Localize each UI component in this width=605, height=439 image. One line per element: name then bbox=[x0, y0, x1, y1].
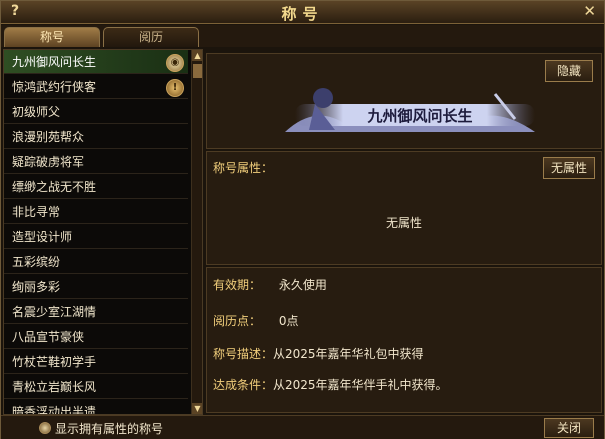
scroll-up-icon[interactable]: ▲ bbox=[192, 50, 202, 61]
list-item-label: 竹杖芒鞋初学手 bbox=[12, 355, 97, 369]
list-item-label: 青松立岩巅长风 bbox=[12, 380, 97, 394]
info-icon[interactable]: ! bbox=[166, 79, 184, 97]
list-item-label: 初级师父 bbox=[12, 105, 61, 119]
title-attribute-panel: 称号属性： 无属性 无属性 bbox=[206, 151, 602, 265]
eye-icon[interactable]: ◉ bbox=[166, 54, 184, 72]
list-item-label: 绚丽多彩 bbox=[12, 280, 61, 294]
list-item[interactable]: 五彩缤纷 bbox=[4, 250, 188, 274]
list-item[interactable]: 暗香浮动出半遗 bbox=[4, 400, 188, 415]
close-icon[interactable]: ✕ bbox=[583, 2, 596, 20]
list-item[interactable]: 名震少室江湖情 bbox=[4, 300, 188, 324]
list-item-label: 浪漫别苑帮众 bbox=[12, 130, 85, 144]
list-item-label: 疑踪破虏将军 bbox=[12, 155, 85, 169]
list-item-label: 惊鸿武约行侠客 bbox=[12, 80, 97, 94]
title-bar: ? 称号 ✕ bbox=[1, 1, 604, 24]
no-attribute-button[interactable]: 无属性 bbox=[543, 157, 595, 179]
title-banner-icon: 九州御风问长生 bbox=[285, 88, 535, 132]
list-item[interactable]: 初级师父 bbox=[4, 100, 188, 124]
hide-button[interactable]: 隐藏 bbox=[545, 60, 593, 82]
list-item[interactable]: 青松立岩巅长风 bbox=[4, 375, 188, 399]
cond-row: 达成条件：从2025年嘉年华伴手礼中获得。 bbox=[213, 376, 448, 393]
footer-bar: 显示拥有属性的称号 关闭 bbox=[1, 415, 604, 439]
tab-titles[interactable]: 称号 bbox=[4, 27, 100, 47]
banner-text: 九州御风问长生 bbox=[366, 107, 472, 125]
title-banner-panel: 隐藏 九州御风问长生 bbox=[206, 53, 602, 149]
scroll-thumb[interactable] bbox=[193, 64, 202, 78]
validity-value: 永久使用 bbox=[278, 278, 327, 292]
title-list: 九州御风问长生 ◉ 惊鸿武约行侠客 ! 初级师父 浪漫别苑帮众 疑踪破虏将军 缥… bbox=[3, 49, 203, 415]
tab-bar: 称号 阅历 bbox=[1, 25, 604, 47]
attribute-value: 无属性 bbox=[385, 216, 422, 230]
list-item-label: 八品宣节豪侠 bbox=[12, 330, 85, 344]
list-item[interactable]: 绚丽多彩 bbox=[4, 275, 188, 299]
list-scrollbar[interactable]: ▲ ▼ bbox=[191, 50, 202, 414]
list-item-label: 名震少室江湖情 bbox=[12, 305, 97, 319]
list-item-label: 非比寻常 bbox=[12, 205, 61, 219]
title-window: ? 称号 ✕ 称号 阅历 九州御风问长生 ◉ 惊鸿武约行侠客 ! 初级师父 浪漫… bbox=[0, 0, 605, 439]
cond-key: 达成条件： bbox=[213, 378, 274, 392]
exp-row: 阅历点： 0点 bbox=[213, 312, 298, 329]
list-item[interactable]: 九州御风问长生 ◉ bbox=[4, 50, 188, 74]
list-item-label: 造型设计师 bbox=[12, 230, 73, 244]
list-item[interactable]: 惊鸿武约行侠客 ! bbox=[4, 75, 188, 99]
list-item[interactable]: 缥缈之战无不胜 bbox=[4, 175, 188, 199]
list-item[interactable]: 造型设计师 bbox=[4, 225, 188, 249]
list-item-label: 五彩缤纷 bbox=[12, 255, 61, 269]
exp-value: 0点 bbox=[278, 314, 299, 328]
desc-row: 称号描述：从2025年嘉年华礼包中获得 bbox=[213, 345, 424, 362]
desc-key: 称号描述： bbox=[213, 347, 274, 361]
list-item[interactable]: 八品宣节豪侠 bbox=[4, 325, 188, 349]
title-info-panel: 有效期： 永久使用 阅历点： 0点 称号描述：从2025年嘉年华礼包中获得 达成… bbox=[206, 267, 602, 413]
list-item[interactable]: 竹杖芒鞋初学手 bbox=[4, 350, 188, 374]
scroll-down-icon[interactable]: ▼ bbox=[192, 403, 202, 414]
validity-key: 有效期： bbox=[213, 278, 262, 292]
desc-value: 从2025年嘉年华礼包中获得 bbox=[273, 347, 424, 361]
list-item-label: 九州御风问长生 bbox=[12, 55, 97, 69]
exp-key: 阅历点： bbox=[213, 314, 262, 328]
list-item[interactable]: 疑踪破虏将军 bbox=[4, 150, 188, 174]
list-item[interactable]: 浪漫别苑帮众 bbox=[4, 125, 188, 149]
tab-experience[interactable]: 阅历 bbox=[103, 27, 199, 47]
attribute-label: 称号属性： bbox=[213, 161, 274, 175]
window-title: 称号 bbox=[281, 5, 324, 23]
validity-row: 有效期： 永久使用 bbox=[213, 276, 327, 293]
close-button[interactable]: 关闭 bbox=[544, 418, 594, 438]
title-detail-pane: 隐藏 九州御风问长生 称号属性： 无属性 无属性 有效期： 永久使用 阅历点： … bbox=[206, 49, 602, 413]
list-item-label: 暗香浮动出半遗 bbox=[12, 405, 97, 415]
list-item-label: 缥缈之战无不胜 bbox=[12, 180, 97, 194]
cond-value: 从2025年嘉年华伴手礼中获得。 bbox=[273, 378, 448, 392]
list-item[interactable]: 非比寻常 bbox=[4, 200, 188, 224]
show-attr-label: 显示拥有属性的称号 bbox=[55, 422, 164, 436]
show-attr-radio[interactable] bbox=[39, 422, 51, 434]
